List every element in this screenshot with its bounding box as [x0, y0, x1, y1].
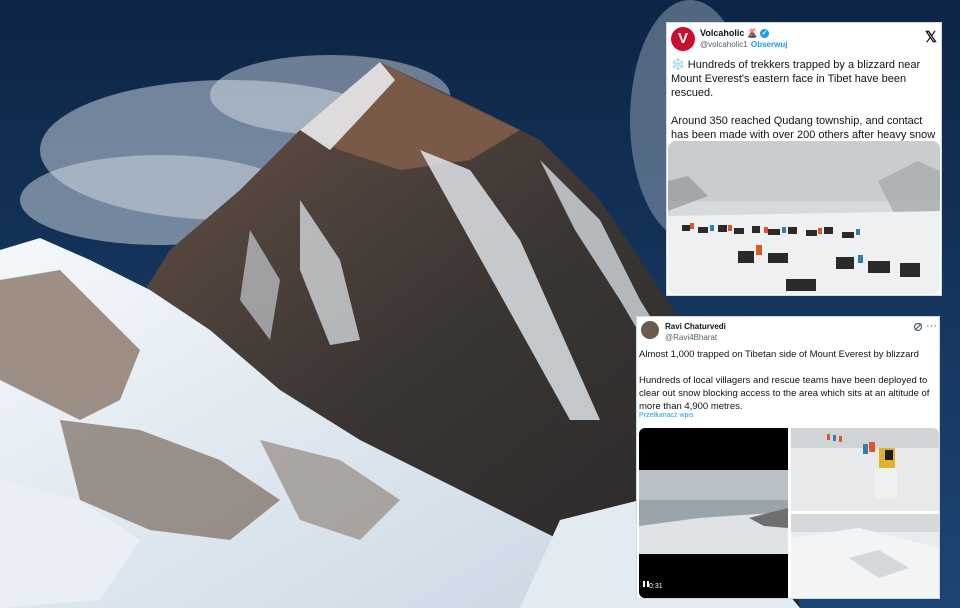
tweet-paragraph-2: Hundreds of local villagers and rescue t…: [639, 375, 930, 412]
trekkers-photo-illustration: [668, 141, 940, 294]
more-dot-3: ·: [933, 320, 937, 332]
author-handle-text: @volcaholic1: [700, 40, 748, 49]
grok-icon[interactable]: [913, 322, 923, 335]
tweet-header: V Volcaholic 🌋 ✓ @volcaholic1 · Obserwuj …: [671, 26, 937, 52]
author-name-text: Volcaholic 🌋: [700, 28, 759, 38]
author-handle[interactable]: @volcaholic1 ·: [700, 40, 753, 49]
x-logo-icon[interactable]: 𝕏: [925, 28, 937, 46]
author-name[interactable]: Ravi Chaturvedi: [665, 322, 726, 331]
tweet-text: Almost 1,000 trapped on Tibetan side of …: [639, 348, 937, 413]
author-handle[interactable]: @Ravi4Bharat: [665, 333, 717, 342]
tweet-media-grid[interactable]: 0:31: [639, 428, 939, 598]
verified-badge-icon: ✓: [760, 29, 770, 39]
media-grid-illustration: [639, 428, 939, 598]
avatar[interactable]: V: [671, 27, 695, 51]
tweet-paragraph-1: ❄️ Hundreds of trekkers trapped by a bli…: [671, 58, 939, 100]
video-timestamp: 0:31: [649, 583, 663, 590]
tweet-card-volcaholic[interactable]: V Volcaholic 🌋 ✓ @volcaholic1 · Obserwuj …: [666, 22, 942, 296]
tweet-paragraph-1-text: Hundreds of trekkers trapped by a blizza…: [671, 59, 921, 99]
grok-icon-svg: [913, 322, 923, 332]
tweet-card-ravi-chaturvedi[interactable]: Ravi Chaturvedi @Ravi4Bharat ··· Almost …: [636, 316, 940, 599]
tweet-paragraph-1: Almost 1,000 trapped on Tibetan side of …: [639, 349, 919, 360]
author-name[interactable]: Volcaholic 🌋 ✓: [700, 28, 770, 39]
snowflake-icon: ❄️: [671, 59, 685, 71]
translate-post-link[interactable]: Przetłumacz wpis: [639, 412, 693, 419]
tweet-header: Ravi Chaturvedi @Ravi4Bharat ···: [641, 320, 937, 346]
tweet-photo-trekkers-in-snow[interactable]: [668, 141, 940, 294]
avatar[interactable]: [641, 321, 659, 339]
more-options-icon[interactable]: ···: [926, 320, 937, 332]
follow-button[interactable]: Obserwuj: [751, 40, 787, 49]
